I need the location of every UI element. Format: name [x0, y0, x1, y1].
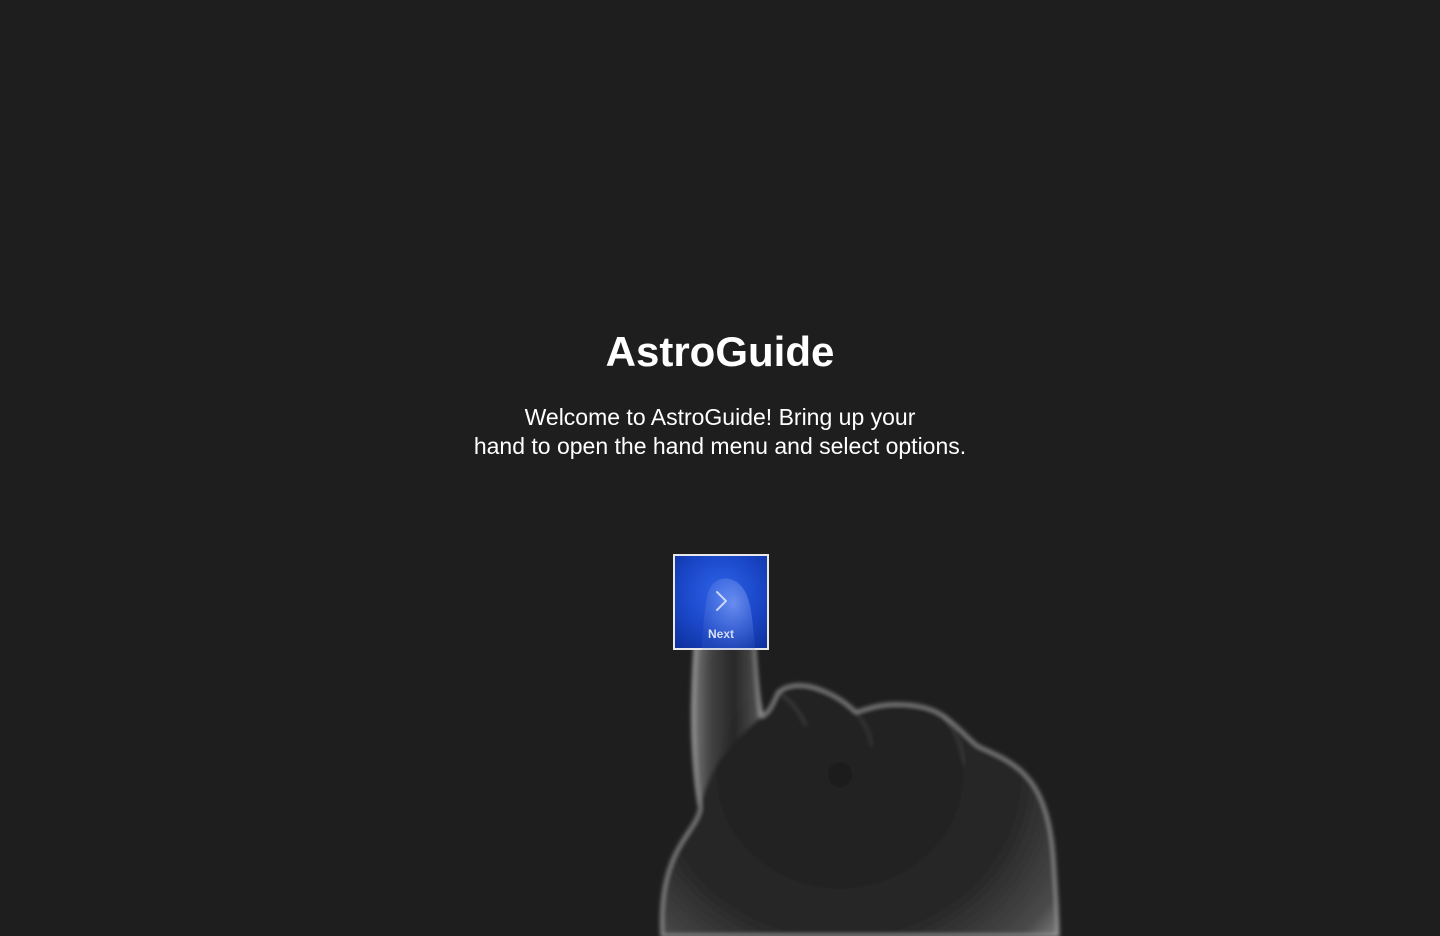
pointing-hand-icon [660, 575, 1060, 936]
welcome-message: Welcome to AstroGuide! Bring up your han… [0, 403, 1440, 461]
welcome-message-line-2: hand to open the hand menu and select op… [473, 433, 967, 459]
next-button-label: Next [707, 627, 734, 641]
welcome-message-line-1: Welcome to AstroGuide! Bring up your [524, 404, 916, 430]
chevron-right-icon [716, 591, 727, 611]
next-button[interactable]: Next [673, 554, 769, 650]
app-title: AstroGuide [605, 328, 835, 375]
welcome-screen: AstroGuide Welcome to AstroGuide! Bring … [0, 0, 1440, 936]
